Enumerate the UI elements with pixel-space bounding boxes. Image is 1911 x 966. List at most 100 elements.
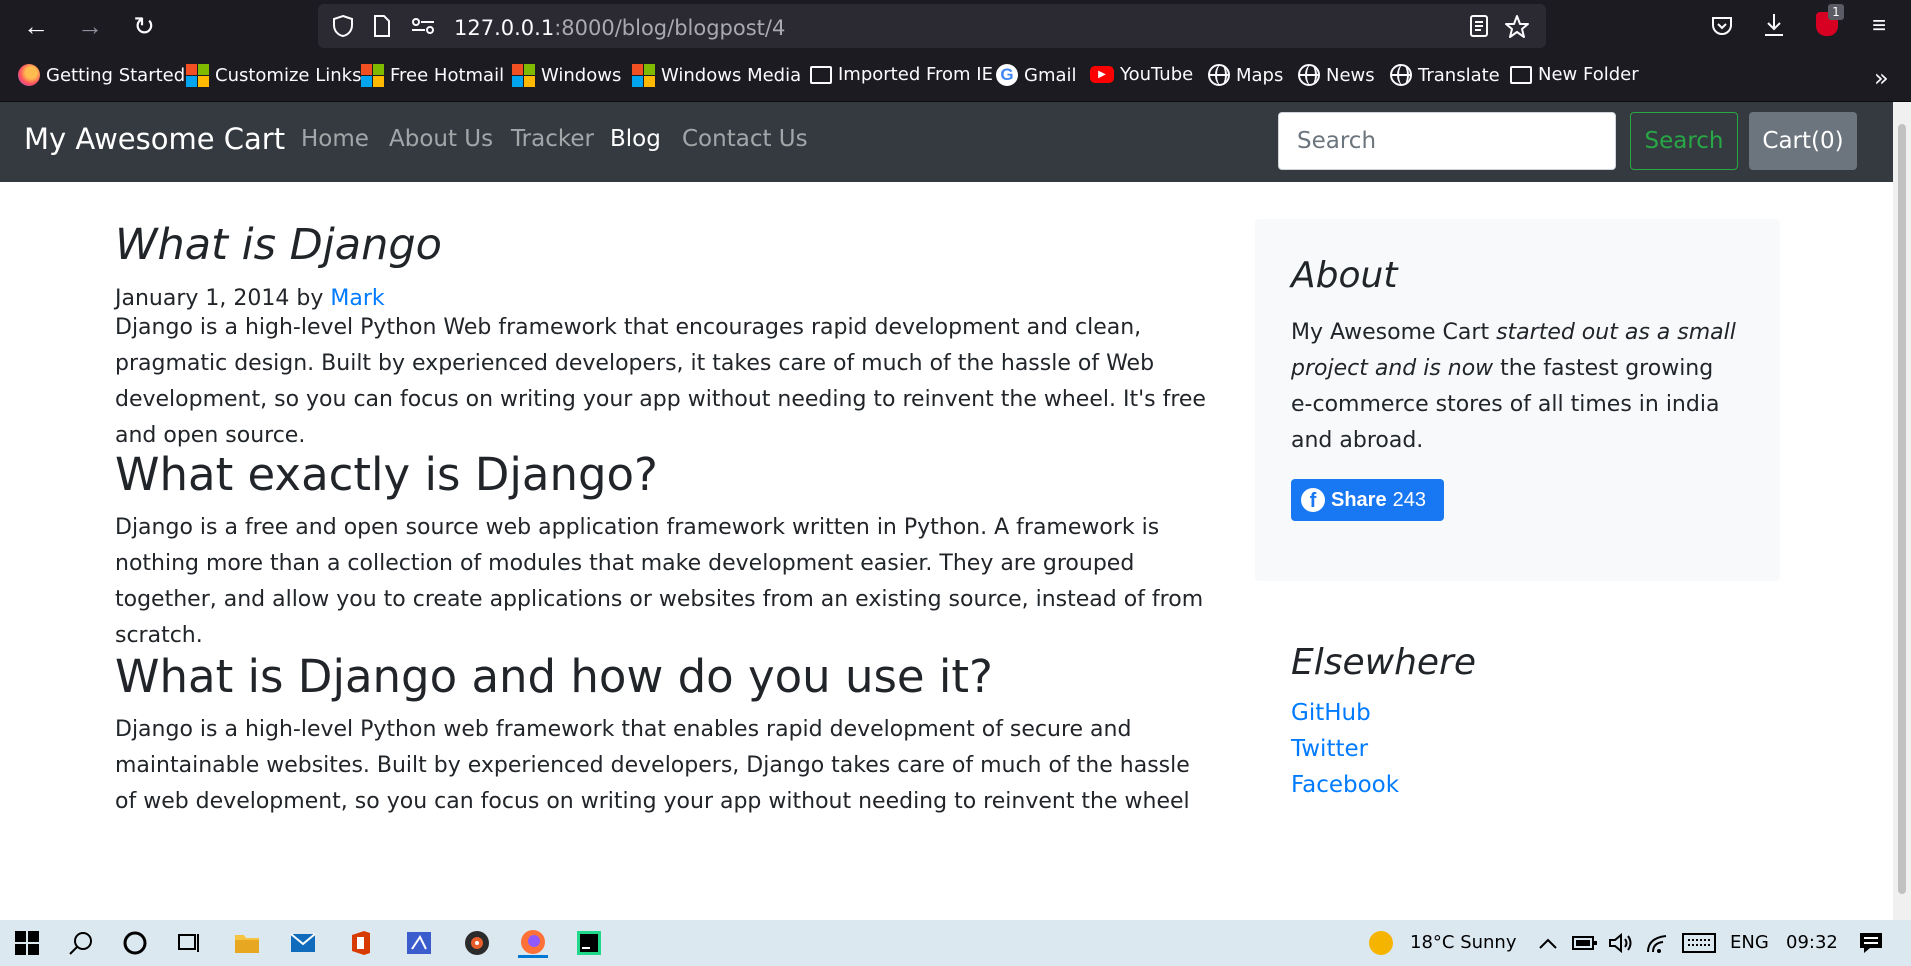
bookmark-new-folder[interactable]: New Folder [1510,64,1639,85]
bookmark-customize-links[interactable]: Customize Links [186,64,361,87]
weather-text[interactable]: 18°C Sunny [1410,932,1517,953]
bookmark-maps[interactable]: Maps [1208,64,1283,86]
share-label: Share [1331,488,1387,511]
bookmark-label: Gmail [1024,64,1077,86]
bookmark-windows-media[interactable]: Windows Media [632,64,801,87]
permissions-icon[interactable] [410,14,436,38]
nav-tracker[interactable]: Tracker [511,126,594,152]
shield-icon[interactable] [332,14,354,38]
start-button[interactable] [12,928,42,958]
page-viewport: My Awesome Cart Home About Us Tracker Bl… [0,102,1893,920]
visual-studio-icon[interactable] [404,928,434,958]
site-brand[interactable]: My Awesome Cart [24,122,285,156]
bookmark-imported-from-ie[interactable]: Imported From IE [810,64,993,85]
post-author-link[interactable]: Mark [330,286,384,311]
menu-icon[interactable]: ≡ [1872,12,1886,40]
bookmark-translate[interactable]: Translate [1390,64,1500,86]
link-facebook[interactable]: Facebook [1291,772,1399,798]
bookmark-label: Imported From IE [838,64,993,85]
bookmark-free-hotmail[interactable]: Free Hotmail [361,64,504,87]
address-bar[interactable]: 127.0.0.1:8000/blog/blogpost/4 [318,4,1546,48]
browser-toolbar: ← → ↻ 127.0.0.1:8000/blog/blogpost/4 1 ≡ [0,0,1911,52]
post-date: January 1, 2014 [115,286,290,311]
more-bookmarks-chevron-icon[interactable]: » [1874,64,1889,92]
facebook-share-button[interactable]: f Share 243 [1291,479,1444,521]
bookmark-label: News [1326,64,1375,86]
back-icon[interactable]: ← [18,8,54,44]
cart-button[interactable]: Cart(0) [1749,112,1857,170]
mail-icon[interactable] [288,928,318,958]
search-button[interactable]: Search [1630,112,1738,170]
bookmark-label: Translate [1418,64,1500,86]
bookmark-label: Windows [541,65,622,86]
nav-blog[interactable]: Blog [610,126,661,152]
windows-logo-icon [361,64,384,87]
section-text-1: Django is a free and open source web app… [115,515,1204,648]
bookmark-label: YouTube [1120,64,1194,85]
volume-icon[interactable] [1608,928,1634,958]
page-scrollbar[interactable] [1893,102,1911,920]
input-language[interactable]: ENG [1730,932,1769,953]
bookmark-label: Customize Links [215,65,362,86]
link-twitter[interactable]: Twitter [1291,736,1368,762]
bookmark-gmail[interactable]: G Gmail [996,64,1077,86]
globe-icon [1390,64,1412,86]
notification-center-icon[interactable] [1856,928,1886,958]
wifi-icon[interactable] [1646,928,1672,958]
reader-view-icon[interactable] [1468,14,1490,38]
bookmark-star-icon[interactable] [1504,14,1530,40]
section-heading-2: What is Django and how do you use it? [115,650,993,703]
firefox-icon [18,64,40,86]
reload-icon[interactable]: ↻ [126,8,162,44]
page-icon[interactable] [372,14,392,38]
folder-icon [1510,65,1532,84]
nav-contact-us[interactable]: Contact Us [682,126,808,152]
bookmark-label: Getting Started [46,64,186,86]
nav-about-us[interactable]: About Us [389,126,493,152]
elsewhere-title: Elsewhere [1291,642,1477,683]
bookmark-windows[interactable]: Windows [512,64,621,87]
forward-icon[interactable]: → [72,8,108,44]
post-title: What is Django [115,220,442,270]
windows-logo-icon [512,64,535,87]
search-icon[interactable] [66,928,96,958]
url-text[interactable]: 127.0.0.1:8000/blog/blogpost/4 [454,16,785,40]
windows-start-icon [15,931,39,955]
nav-home[interactable]: Home [301,126,369,152]
about-text: My Awesome Cart started out as a small p… [1291,320,1736,453]
weather-sun-icon[interactable] [1366,928,1396,958]
cortana-icon[interactable] [120,928,150,958]
show-hidden-icons-chevron-icon[interactable] [1538,928,1558,958]
task-view-icon[interactable] [174,928,204,958]
bookmark-label: Free Hotmail [390,65,505,86]
touch-keyboard-icon[interactable] [1682,928,1716,958]
battery-icon[interactable] [1572,928,1598,958]
youtube-icon: ▶ [1090,66,1114,83]
pycharm-icon[interactable] [574,928,604,958]
bookmark-label: Maps [1236,64,1284,86]
download-icon[interactable] [1762,12,1786,38]
section-text-2: Django is a high-level Python web framew… [115,717,1190,814]
bookmark-news[interactable]: News [1298,64,1375,86]
bookmark-youtube[interactable]: ▶ YouTube [1090,64,1193,85]
post-intro: Django is a high-level Python Web framew… [115,315,1206,448]
bookmark-getting-started[interactable]: Getting Started [18,64,185,86]
file-explorer-icon[interactable] [232,928,262,958]
bookmark-label: Windows Media [661,65,802,86]
link-github[interactable]: GitHub [1291,700,1371,726]
post-by: by [296,286,324,311]
firefox-taskbar-icon[interactable] [518,928,548,958]
globe-icon [1298,64,1320,86]
scrollbar-thumb[interactable] [1898,124,1906,894]
clock[interactable]: 09:32 [1786,932,1838,953]
office-icon[interactable] [346,928,376,958]
bookmarks-toolbar: Getting Started Customize Links Free Hot… [0,52,1911,102]
extension-badge: 1 [1828,4,1844,20]
pocket-icon[interactable] [1710,14,1734,38]
post-meta: January 1, 2014 by Mark [115,286,385,311]
bookmark-label: New Folder [1538,64,1639,85]
media-player-icon[interactable] [462,928,492,958]
facebook-icon: f [1301,488,1325,512]
google-icon: G [996,64,1018,86]
search-input[interactable]: Search [1278,112,1616,170]
